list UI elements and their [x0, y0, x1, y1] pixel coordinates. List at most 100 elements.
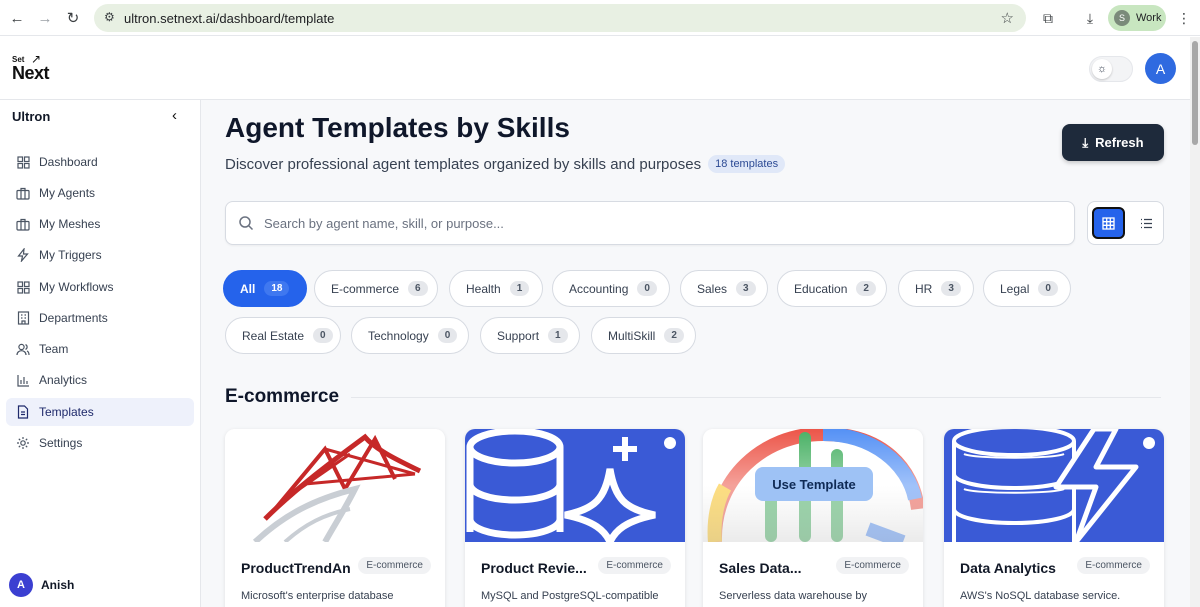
- extensions-icon[interactable]: ⧉: [1038, 8, 1058, 28]
- filter-count: 2: [664, 328, 684, 343]
- profile-chip[interactable]: S Work: [1108, 5, 1166, 31]
- more-menu-icon[interactable]: ⋮: [1174, 8, 1194, 28]
- gear-icon: [16, 436, 30, 450]
- use-template-button[interactable]: Use Template: [755, 467, 873, 501]
- refresh-button[interactable]: ⤓ Refresh: [1062, 124, 1164, 161]
- back-arrow-icon[interactable]: ←: [7, 8, 27, 28]
- theme-toggle[interactable]: ☼: [1089, 56, 1133, 82]
- filter-chip-real-estate[interactable]: Real Estate 0: [225, 317, 341, 354]
- sidebar-item-my-agents[interactable]: My Agents: [6, 179, 194, 207]
- search-input[interactable]: Search by agent name, skill, or purpose.…: [225, 201, 1075, 245]
- app-header: Set ↗ Next ☼ A: [0, 37, 1190, 100]
- list-view-icon: [1140, 218, 1152, 228]
- template-count-badge: 18 templates: [708, 155, 786, 173]
- filter-chip-multiskill[interactable]: MultiSkill 2: [591, 317, 696, 354]
- main-content: Agent Templates by Skills Discover profe…: [201, 100, 1190, 607]
- card-title: Sales Data...: [719, 560, 802, 576]
- sidebar-item-label: Templates: [39, 405, 94, 419]
- address-bar[interactable]: ⚙ ultron.setnext.ai/dashboard/template ☆: [94, 4, 1026, 32]
- user-avatar[interactable]: A: [1145, 53, 1176, 84]
- filter-chip-technology[interactable]: Technology 0: [351, 317, 469, 354]
- sidebar-item-departments[interactable]: Departments: [6, 304, 194, 332]
- filter-label: Health: [466, 281, 501, 296]
- logo-next-text: Next: [12, 63, 50, 83]
- sidebar-user[interactable]: A Anish: [9, 573, 74, 597]
- sidebar: Ultron ‹ Dashboard My Agents My Meshes M…: [0, 100, 201, 607]
- sql-server-logo-icon: [225, 429, 445, 542]
- profile-label: Work: [1136, 12, 1162, 24]
- download-icon[interactable]: ⤓: [1080, 8, 1100, 28]
- card-category-tag: E-commerce: [836, 557, 909, 574]
- card-title: ProductTrendAn: [241, 560, 351, 576]
- bookmark-star-icon[interactable]: ☆: [1001, 9, 1014, 27]
- filter-label: HR: [915, 281, 933, 296]
- database-sparkle-icon: [465, 429, 685, 542]
- sidebar-item-analytics[interactable]: Analytics: [6, 366, 194, 394]
- sidebar-item-my-meshes[interactable]: My Meshes: [6, 210, 194, 238]
- sidebar-item-label: Analytics: [39, 373, 88, 387]
- filter-label: All: [240, 281, 256, 296]
- template-card[interactable]: ProductTrendAn E-commerce Microsoft's en…: [225, 429, 445, 607]
- card-description: AWS's NoSQL database service.: [960, 590, 1121, 602]
- sidebar-item-label: Team: [39, 342, 69, 356]
- page-title: Agent Templates by Skills: [225, 112, 570, 143]
- page-subtitle: Discover professional agent templates or…: [225, 155, 786, 173]
- sidebar-item-my-triggers[interactable]: My Triggers: [6, 241, 194, 269]
- filter-chip-health[interactable]: Health 1: [449, 270, 543, 307]
- search-placeholder: Search by agent name, skill, or purpose.…: [264, 215, 504, 231]
- sidebar-item-my-workflows[interactable]: My Workflows: [6, 273, 194, 301]
- scrollbar-thumb[interactable]: [1192, 41, 1198, 145]
- filter-label: Technology: [368, 328, 429, 343]
- template-card[interactable]: Product Revie... E-commerce MySQL and Po…: [465, 429, 685, 607]
- list-view-button[interactable]: [1132, 207, 1160, 239]
- sidebar-title: Ultron: [12, 109, 51, 124]
- bar-chart-icon: [16, 373, 30, 387]
- subtitle-text: Discover professional agent templates or…: [225, 155, 702, 173]
- filter-label: Accounting: [569, 281, 629, 296]
- forward-arrow-icon[interactable]: →: [35, 8, 55, 28]
- site-settings-icon[interactable]: ⚙: [104, 10, 115, 24]
- building-icon: [16, 311, 30, 325]
- filter-chip-legal[interactable]: Legal 0: [983, 270, 1071, 307]
- filter-label: MultiSkill: [608, 328, 656, 343]
- filter-chip-all[interactable]: All 18: [223, 270, 307, 307]
- users-icon: [16, 342, 30, 356]
- page-scrollbar[interactable]: [1190, 37, 1200, 607]
- grid-view-button[interactable]: [1092, 207, 1125, 239]
- filter-chip-ecommerce[interactable]: E-commerce 6: [314, 270, 438, 307]
- card-select-radio[interactable]: [664, 437, 676, 449]
- filter-count: 3: [736, 281, 756, 296]
- filter-label: Sales: [697, 281, 728, 296]
- filter-chip-hr[interactable]: HR 3: [898, 270, 974, 307]
- template-card[interactable]: Use Template Sales Data... E-commerce Se…: [703, 429, 923, 607]
- filter-label: Legal: [1000, 281, 1030, 296]
- filter-label: Real Estate: [242, 328, 305, 343]
- filter-chip-sales[interactable]: Sales 3: [680, 270, 768, 307]
- filter-count: 18: [264, 281, 290, 296]
- sidebar-item-dashboard[interactable]: Dashboard: [6, 148, 194, 176]
- setnext-logo[interactable]: Set ↗ Next: [12, 52, 52, 85]
- sidebar-item-settings[interactable]: Settings: [6, 429, 194, 457]
- grid-icon: [16, 280, 30, 294]
- card-select-radio[interactable]: [1143, 437, 1155, 449]
- filter-chip-accounting[interactable]: Accounting 0: [552, 270, 670, 307]
- lightning-icon: [16, 248, 30, 262]
- sidebar-item-label: Settings: [39, 436, 83, 450]
- sidebar-item-label: My Workflows: [39, 280, 114, 294]
- sidebar-item-label: My Meshes: [39, 217, 101, 231]
- filter-chip-education[interactable]: Education 2: [777, 270, 887, 307]
- collapse-chevron-icon[interactable]: ‹: [172, 107, 177, 124]
- section-title: E-commerce: [225, 386, 340, 407]
- card-title: Data Analytics: [960, 560, 1056, 576]
- card-description: Microsoft's enterprise database: [241, 590, 394, 602]
- card-description: Serverless data warehouse by: [719, 590, 867, 602]
- sidebar-item-label: Dashboard: [39, 155, 98, 169]
- filter-chip-support[interactable]: Support 1: [480, 317, 580, 354]
- template-card[interactable]: Data Analytics E-commerce AWS's NoSQL da…: [944, 429, 1164, 607]
- reload-icon[interactable]: ↻: [63, 8, 83, 28]
- view-toggle: [1087, 201, 1164, 245]
- filter-count: 1: [509, 281, 530, 296]
- sidebar-item-templates[interactable]: Templates: [6, 398, 194, 426]
- sidebar-item-team[interactable]: Team: [6, 335, 194, 363]
- sidebar-item-label: My Triggers: [39, 248, 102, 262]
